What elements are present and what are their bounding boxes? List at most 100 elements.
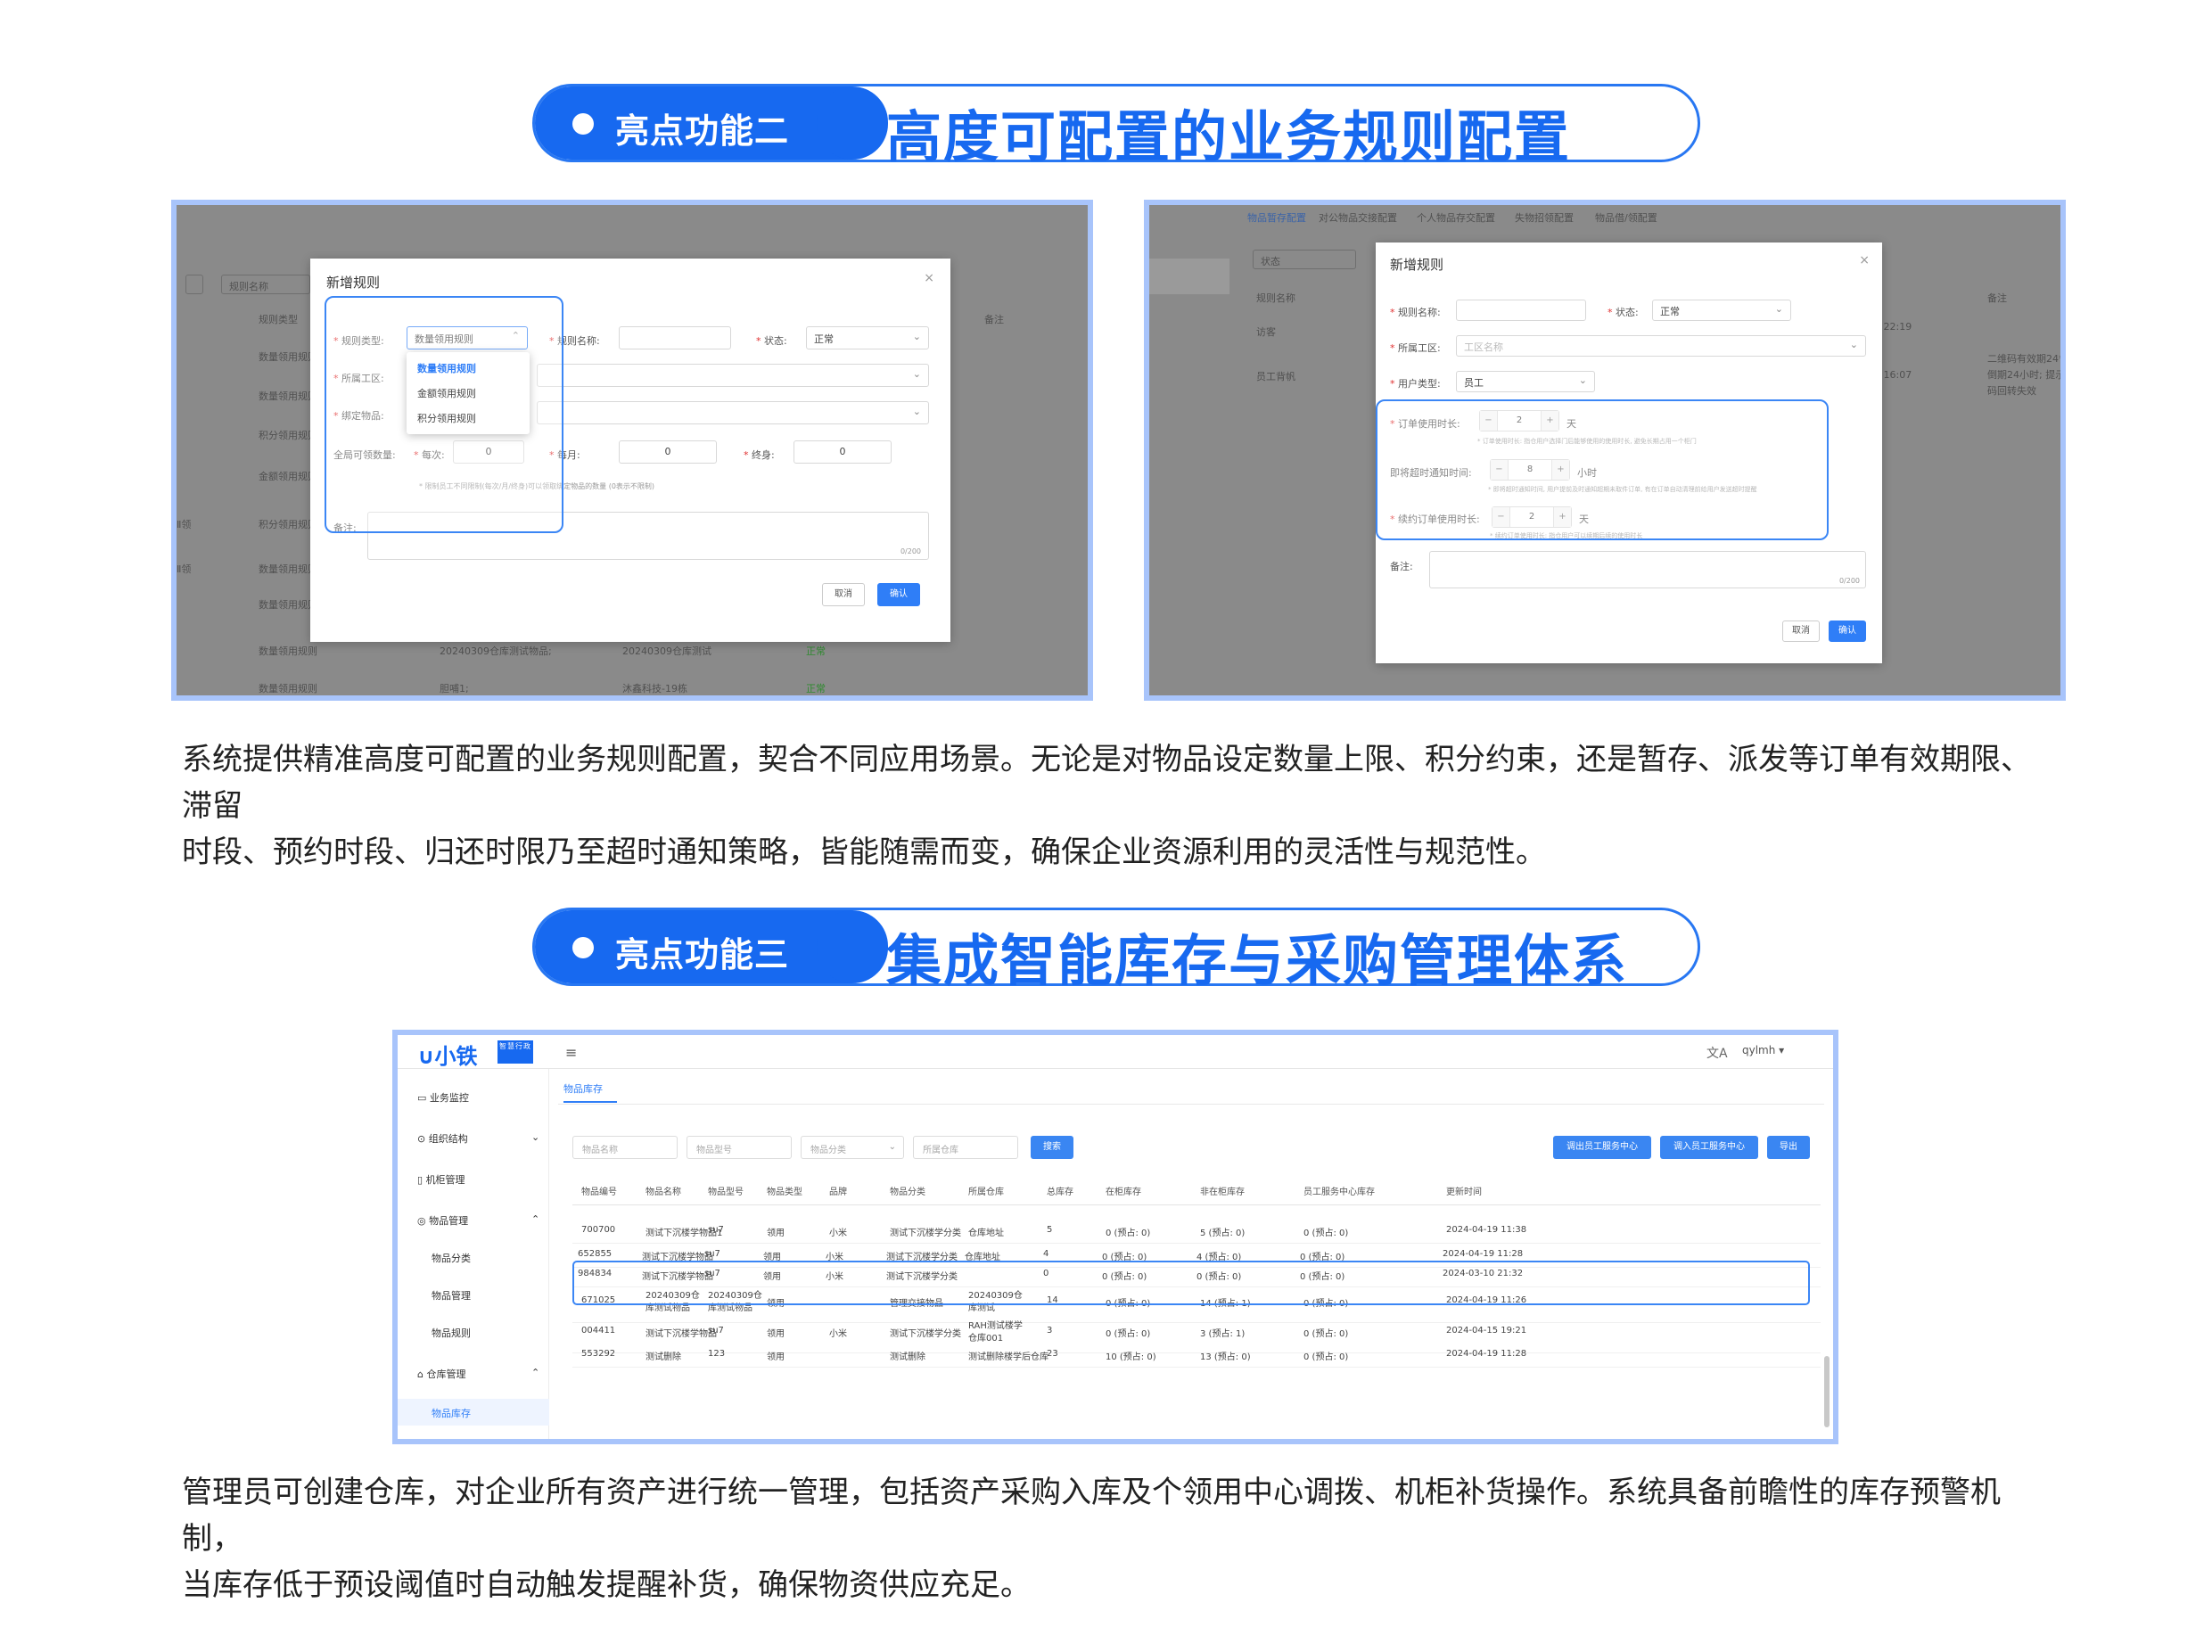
highlight-box	[572, 1261, 1810, 1305]
bg-row: 数量领用规则	[259, 390, 317, 402]
table-cell: 5 (预占: 0)	[1200, 1229, 1246, 1238]
table-cell: 0 (预占: 0)	[1106, 1229, 1151, 1238]
bg-note: 码回转失效	[1987, 385, 2036, 397]
bg-row: 数量领用规则	[259, 645, 317, 657]
search-button[interactable]: 搜索	[1031, 1136, 1073, 1159]
table-cell: 领用	[767, 1352, 785, 1362]
dropdown-option[interactable]: 数量领用规则	[417, 361, 476, 375]
sidebar-item-items[interactable]: ◎ 物品管理 ⌃	[417, 1213, 539, 1228]
table-cell: 0 (预占: 0)	[1303, 1229, 1349, 1238]
close-icon[interactable]: ×	[924, 271, 934, 285]
screenshot-inventory: ∪小铁 智慧行政 ≡ 文A qylmh ▾ ▭ 业务监控 ⊙ 组织结构 ⌄ ▯ 机…	[392, 1030, 1838, 1444]
sidebar-subitem[interactable]: 物品分类	[432, 1251, 471, 1265]
table-cell: 测试删除	[646, 1352, 681, 1362]
table-cell: 小米	[829, 1229, 847, 1238]
table-cell: 2024-04-19 11:38	[1446, 1225, 1527, 1235]
logo-badge: 智慧行政	[497, 1040, 533, 1064]
scrollbar[interactable]	[1824, 1356, 1830, 1427]
table-cell: 3	[1047, 1326, 1053, 1336]
life-label: * 终身:	[744, 449, 775, 461]
logo: ∪小铁	[417, 1044, 478, 1069]
bg-status: 正常	[806, 645, 826, 657]
sidebar-item-monitor[interactable]: ▭ 业务监控	[417, 1090, 469, 1105]
section-title: 集成智能库存与采购管理体系	[886, 928, 1629, 993]
confirm-button[interactable]: 确认	[1829, 621, 1866, 642]
bg-search-input: 规则名称	[221, 275, 310, 294]
bg-row: 员工背帆	[1256, 371, 1295, 382]
menu-toggle-icon[interactable]: ≡	[565, 1044, 577, 1061]
table-header: 非在柜库存	[1200, 1188, 1245, 1197]
dropdown-option[interactable]: 积分领用规则	[417, 411, 476, 425]
section-header-2: 亮点功能二 高度可配置的业务规则配置	[532, 84, 1700, 169]
table-cell: su7	[708, 1225, 724, 1235]
table-header: 物品型号	[708, 1188, 744, 1197]
bg-status: 正常	[806, 683, 826, 694]
item-select[interactable]: ⌄	[537, 401, 929, 424]
life-input[interactable]: 0	[794, 440, 892, 464]
export-button[interactable]: 导出	[1767, 1136, 1810, 1159]
rule-type-dropdown[interactable]: 数量领用规则 金额领用规则 积分领用规则	[407, 352, 530, 434]
table-cell: 553292	[581, 1349, 616, 1359]
bullet-dot-icon	[572, 113, 594, 135]
bg-tab: 物品暂存配置	[1247, 212, 1306, 224]
user-type-select[interactable]: 员工 ⌄	[1456, 371, 1595, 392]
area-select[interactable]: ⌄	[537, 364, 929, 387]
bg-row: 数量领用规则	[259, 683, 317, 694]
bg-status-select: 状态	[1253, 250, 1356, 269]
rule-name-input[interactable]	[619, 326, 731, 349]
search-name-input[interactable]: 物品名称	[572, 1136, 678, 1159]
transfer-in-button[interactable]: 调入员工服务中心	[1660, 1136, 1758, 1159]
screenshot-rule-config-2: 物品暂存配置 对公物品交接配置 个人物品存交配置 失物招领配置 物品借/领配置 …	[1144, 200, 2066, 701]
confirm-button[interactable]: 确认	[877, 583, 920, 606]
tab-inventory[interactable]: 物品库存	[563, 1081, 603, 1096]
section-tag: 亮点功能三	[615, 935, 790, 974]
search-model-input[interactable]: 物品型号	[687, 1136, 792, 1159]
user-menu[interactable]: qylmh ▾	[1742, 1044, 1784, 1056]
bg-row: 数量领用规则	[259, 563, 317, 575]
month-input[interactable]: 0	[619, 440, 717, 464]
table-header: 在柜库存	[1106, 1188, 1141, 1197]
section-header-3: 亮点功能三 集成智能库存与采购管理体系	[532, 908, 1700, 993]
sidebar-subitem[interactable]: 物品规则	[432, 1326, 471, 1340]
table-cell: 仓库地址	[968, 1229, 1004, 1238]
sidebar-item-cabinet[interactable]: ▯ 机柜管理	[417, 1172, 465, 1187]
transfer-out-button[interactable]: 调出员工服务中心	[1553, 1136, 1651, 1159]
table-cell: 123	[708, 1349, 726, 1359]
table-cell: 测试下沉楼学分类	[890, 1229, 961, 1238]
sidebar-item-warehouse[interactable]: ⌂ 仓库管理 ⌃	[417, 1367, 539, 1381]
bg-left-text: Ⅱ领	[177, 519, 192, 530]
sidebar-item-org[interactable]: ⊙ 组织结构 ⌄	[417, 1131, 539, 1146]
cancel-button[interactable]: 取消	[822, 583, 865, 606]
screenshot-rule-config-1: 规则名称 规则类型 备注 数量领用规则 数量领用规则 积分领用规则 金额领用规则…	[171, 200, 1093, 701]
translate-icon[interactable]: 文A	[1706, 1044, 1728, 1062]
table-cell: 2024-04-15 19:21	[1446, 1326, 1527, 1336]
search-warehouse-input[interactable]: 所属仓库	[913, 1136, 1018, 1159]
table-header: 物品分类	[890, 1188, 925, 1197]
table-header: 物品编号	[581, 1188, 617, 1197]
dropdown-option[interactable]: 金额领用规则	[417, 386, 476, 400]
search-category-select[interactable]: 物品分类 ⌄	[801, 1136, 904, 1159]
bg-row: 金额领用规则	[259, 471, 317, 482]
table-cell: 测试删除	[890, 1352, 925, 1362]
table-cell: RAH测试楼学仓库001	[968, 1321, 1023, 1344]
sidebar-subitem[interactable]: 物品管理	[432, 1288, 471, 1303]
status-select[interactable]: 正常 ⌄	[806, 326, 929, 349]
status-select[interactable]: 正常 ⌄	[1652, 300, 1791, 321]
note-textarea[interactable]: 0/200	[1429, 551, 1866, 588]
table-cell: su7	[704, 1249, 720, 1259]
rule-name-input[interactable]	[1456, 300, 1586, 321]
table-header: 品牌	[829, 1188, 847, 1197]
table-cell: 652855	[578, 1249, 613, 1259]
modal-title: 新增规则	[326, 275, 381, 291]
sidebar-subitem-active[interactable]: 物品库存	[432, 1406, 471, 1420]
area-select[interactable]: 工区名称 ⌄	[1456, 335, 1866, 357]
close-icon[interactable]: ×	[1859, 253, 1870, 267]
table-header: 员工服务中心库存	[1303, 1188, 1375, 1197]
table-cell: 10 (预占: 0)	[1106, 1352, 1156, 1362]
bg-col-note: 备注	[1987, 292, 2007, 304]
bg-note: 倒期24小时; 提示	[1987, 369, 2066, 381]
rule-name-label: * 规则名称:	[1390, 307, 1441, 318]
cancel-button[interactable]: 取消	[1782, 621, 1820, 642]
table-cell: 4	[1043, 1249, 1049, 1259]
paragraph-line: 时段、预约时段、归还时限乃至超时通知策略，皆能随需而变，确保企业资源利用的灵活性…	[182, 834, 1546, 870]
